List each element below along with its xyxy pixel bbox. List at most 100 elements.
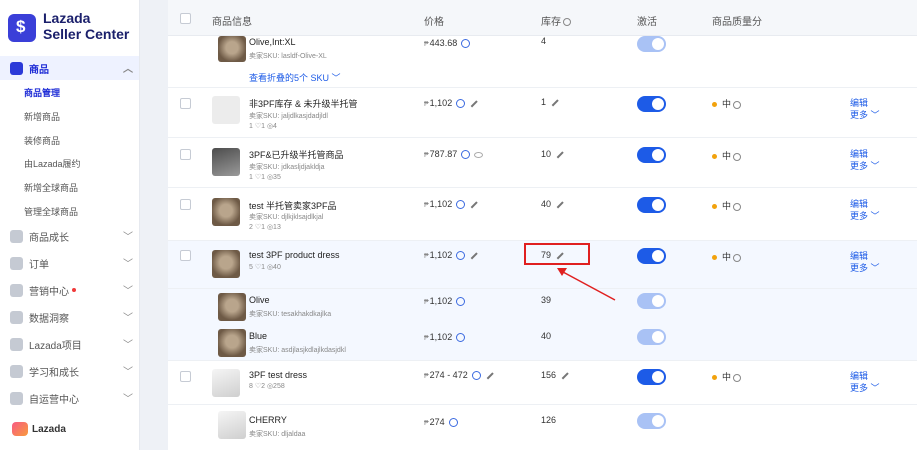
submenu-add-product[interactable]: 新增商品 <box>0 106 139 128</box>
edit-link[interactable]: 编辑 <box>850 97 868 109</box>
menu-self-operation[interactable]: 自运营中心 ﹀ <box>0 386 139 410</box>
more-dropdown[interactable]: 更多 ﹀ <box>850 382 880 394</box>
variant-sku: 卖家SKU: dljaldaa <box>249 431 306 438</box>
edit-price-icon[interactable] <box>486 372 494 379</box>
menu-marketing[interactable]: 营销中心 ﹀ <box>0 278 139 302</box>
logo-line1: Lazada <box>43 10 91 26</box>
edit-link[interactable]: 编辑 <box>850 148 868 160</box>
variant-row: Olive,Int:XL 卖家SKU: lasldf-Olive-XL ₱443… <box>168 36 917 88</box>
pricing-tool-icon[interactable] <box>461 39 471 49</box>
edit-price-icon[interactable] <box>470 100 478 107</box>
pricing-tool-icon[interactable] <box>448 418 458 428</box>
edit-price-icon[interactable] <box>470 252 478 259</box>
edit-stock-icon[interactable] <box>556 201 564 208</box>
active-toggle[interactable] <box>637 147 666 163</box>
more-dropdown[interactable]: 更多 ﹀ <box>850 160 880 172</box>
submenu-add-global-product[interactable]: 新增全球商品 <box>0 177 139 199</box>
quality-score: 中 <box>712 199 742 212</box>
chevron-down-icon: ﹀ <box>123 394 133 405</box>
product-thumbnail[interactable] <box>218 36 246 62</box>
product-stock: 40 <box>541 199 564 209</box>
product-thumbnail[interactable] <box>218 293 246 321</box>
chevron-down-icon: ﹀ <box>123 340 133 351</box>
edit-stock-icon[interactable] <box>561 372 569 379</box>
product-thumbnail[interactable] <box>218 329 246 357</box>
row-checkbox[interactable] <box>180 149 191 160</box>
submenu-decorate-product[interactable]: 装修商品 <box>0 130 139 152</box>
pricing-tool-icon[interactable] <box>471 371 481 381</box>
more-dropdown[interactable]: 更多 ﹀ <box>850 109 880 121</box>
variant-row: Olive 卖家SKU: tesakhakdkajlka ₱1,102 39 <box>168 289 917 325</box>
store-icon <box>10 391 23 405</box>
active-toggle[interactable] <box>637 36 666 52</box>
product-price: ₱274 - 472 <box>424 370 494 381</box>
more-dropdown[interactable]: 更多 ﹀ <box>850 262 880 274</box>
product-thumbnail[interactable] <box>218 411 246 439</box>
active-toggle[interactable] <box>637 197 666 213</box>
active-toggle[interactable] <box>637 369 666 385</box>
menu-lazada-programs[interactable]: Lazada项目 ﹀ <box>0 332 139 356</box>
edit-stock-icon[interactable] <box>556 151 564 158</box>
programs-icon <box>10 337 23 351</box>
product-thumbnail[interactable] <box>212 250 240 278</box>
pricing-tool-icon[interactable] <box>461 150 471 160</box>
insights-icon <box>10 310 23 324</box>
variant-price: ₱274 <box>424 417 458 428</box>
product-name[interactable]: 非3PF库存 & 未升级半托管 <box>249 97 358 110</box>
edit-stock-icon[interactable] <box>551 99 559 106</box>
header-quality: 商品质量分 <box>712 17 762 28</box>
info-icon[interactable] <box>733 202 742 211</box>
row-checkbox[interactable] <box>180 371 191 382</box>
active-toggle[interactable] <box>637 248 666 264</box>
product-thumbnail[interactable] <box>212 148 240 176</box>
product-thumbnail[interactable] <box>212 96 240 124</box>
submenu-manage-global-product[interactable]: 管理全球商品 <box>0 201 139 223</box>
active-toggle[interactable] <box>637 329 666 345</box>
active-toggle[interactable] <box>637 293 666 309</box>
quality-score: 中 <box>712 250 742 263</box>
learning-icon <box>10 364 23 378</box>
info-icon[interactable] <box>733 100 742 109</box>
menu-data-insights[interactable]: 数据洞察 ﹀ <box>0 305 139 329</box>
product-name[interactable]: 3PF test dress <box>249 370 307 380</box>
row-checkbox[interactable] <box>180 250 191 261</box>
menu-learning[interactable]: 学习和成长 ﹀ <box>0 359 139 383</box>
select-all-checkbox[interactable] <box>180 13 191 24</box>
product-thumbnail[interactable] <box>212 198 240 226</box>
more-dropdown[interactable]: 更多 ﹀ <box>850 210 880 222</box>
edit-price-icon[interactable] <box>470 201 478 208</box>
edit-link[interactable]: 编辑 <box>850 198 868 210</box>
active-toggle[interactable] <box>637 413 666 429</box>
info-icon[interactable] <box>733 152 742 161</box>
submenu-fulfilled-by-lazada[interactable]: 由Lazada履约 <box>0 153 139 175</box>
show-folded-skus-link[interactable]: 查看折叠的5个 SKU ﹀ <box>249 71 341 84</box>
seller-center-logo[interactable]: Lazada Seller Center <box>8 10 138 50</box>
pricing-tool-icon[interactable] <box>456 200 466 210</box>
eye-icon[interactable] <box>474 151 484 158</box>
quality-score: 中 <box>712 97 742 110</box>
product-thumbnail[interactable] <box>212 369 240 397</box>
menu-product-growth[interactable]: 商品成长 ﹀ <box>0 224 139 248</box>
active-toggle[interactable] <box>637 96 666 112</box>
product-name[interactable]: test 半托管卖家3PF品 <box>249 199 337 212</box>
info-icon[interactable] <box>563 18 571 27</box>
row-checkbox[interactable] <box>180 98 191 109</box>
edit-link[interactable]: 编辑 <box>850 250 868 262</box>
product-name[interactable]: 3PF&已升级半托管商品 <box>249 148 344 161</box>
info-icon[interactable] <box>733 373 742 382</box>
variant-price: ₱1,102 <box>424 332 466 343</box>
table-row: 3PF test dress 8 ♡2 ◎258 ₱274 - 472 156 … <box>168 361 917 405</box>
info-icon[interactable] <box>733 253 742 262</box>
product-name[interactable]: test 3PF product dress <box>249 250 340 260</box>
pricing-tool-icon[interactable] <box>456 333 466 343</box>
pricing-tool-icon[interactable] <box>456 251 466 261</box>
pricing-tool-icon[interactable] <box>456 297 466 307</box>
pricing-tool-icon[interactable] <box>456 99 466 109</box>
menu-orders[interactable]: 订单 ﹀ <box>0 251 139 275</box>
row-checkbox[interactable] <box>180 199 191 210</box>
menu-products[interactable]: 商品 ︿ <box>0 56 139 80</box>
submenu-product-management[interactable]: 商品管理 <box>0 82 139 104</box>
edit-link[interactable]: 编辑 <box>850 370 868 382</box>
variant-price: ₱443.68 <box>424 38 471 49</box>
sidebar: Lazada Seller Center 商品 ︿ 商品管理 新增商品 装修商品… <box>0 0 140 450</box>
